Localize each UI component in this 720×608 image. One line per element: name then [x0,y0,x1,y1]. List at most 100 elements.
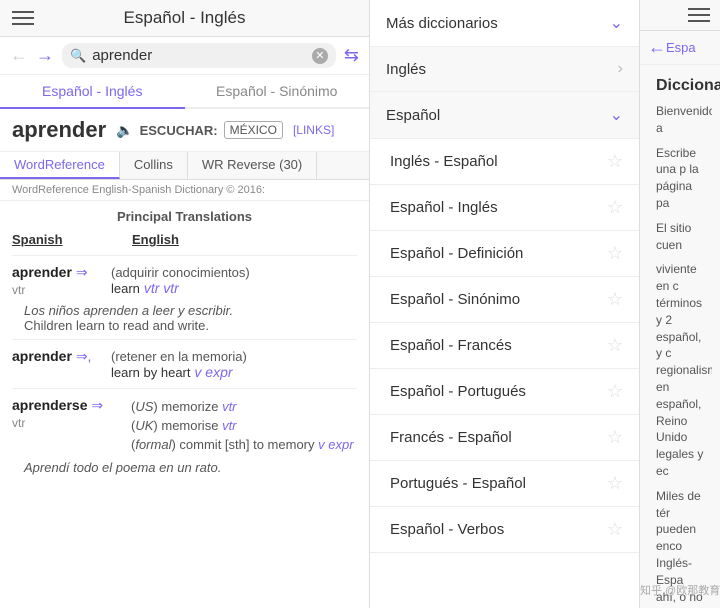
col-header-spanish: Spanish [12,232,112,247]
copyright-line: WordReference English-Spanish Dictionary… [0,180,369,201]
sub-item-ingles-espanol[interactable]: Inglés - Español ☆ [370,139,639,185]
entry3-alt1-type: vtr [222,399,236,414]
example3-es: Aprendí todo el poema en un rato. [24,460,357,475]
ingles-section-label: Inglés [386,61,426,78]
star-icon-5[interactable]: ☆ [607,381,623,402]
search-box: 🔍 ✕ [62,43,336,68]
top-bar: Español - Inglés [0,0,369,37]
language-tabs: Español - Inglés Español - Sinónimo [0,75,369,109]
star-icon-4[interactable]: ☆ [607,335,623,356]
example1-es: Los niños aprenden a leer y escribir. [24,303,357,318]
entry3-alt2: (UK) memorise vtr [111,416,357,435]
entry3-alt2-type: vtr [222,418,236,433]
entry3-grammar: vtr [12,416,25,430]
sub-item-label-6: Francés - Español [390,429,512,446]
clear-button[interactable]: ✕ [312,48,328,64]
entry2-trans2: v expr [194,364,232,380]
right-panel: ← Espa Diccionario Bienvenido a Escribe … [640,0,720,608]
sub-item-label-4: Español - Francés [390,337,512,354]
star-icon-7[interactable]: ☆ [607,473,623,494]
star-icon-0[interactable]: ☆ [607,151,623,172]
sub-item-espanol-sinonimo[interactable]: Español - Sinónimo ☆ [370,277,639,323]
entry3-alt2-context: UK [135,418,153,433]
entry-row-2: aprender ⇒, (retener en la memoria) lear… [12,344,357,384]
entry-row-1: aprender ⇒ vtr (adquirir conocimientos) … [12,260,357,301]
hamburger-icon[interactable] [12,11,34,25]
entry3-alt3-type: v expr [318,437,353,452]
entry2-arrow: ⇒, [76,348,92,364]
links-tag[interactable]: [LINKS] [293,123,334,137]
right-content: Diccionario Bienvenido a Escribe una p l… [640,65,720,608]
chevron-down-icon: ⌄ [610,13,623,33]
middle-panel: Más diccionarios ⌄ Inglés › Español ⌄ In… [370,0,640,608]
sub-item-espanol-portugues[interactable]: Español - Portugués ☆ [370,369,639,415]
star-icon-6[interactable]: ☆ [607,427,623,448]
search-input[interactable] [92,47,306,64]
dict-tabs: WordReference Collins WR Reverse (30) [0,152,369,180]
star-icon-3[interactable]: ☆ [607,289,623,310]
espanol-section-header[interactable]: Español ⌄ [370,92,639,139]
entry3-word: aprenderse [12,397,87,413]
section-title: Principal Translations [12,201,357,228]
back-arrow[interactable]: ← [10,45,28,66]
word-header: aprender 🔈 ESCUCHAR: MÉXICO [LINKS] [0,109,369,152]
sub-item-label-8: Español - Verbos [390,521,504,538]
sub-item-label-0: Inglés - Español [390,153,498,170]
entry1-trans-type: vtr [144,280,160,296]
right-back-bar: ← Espa [640,31,720,65]
entry1-word: aprender [12,264,72,280]
search-icon: 🔍 [70,48,86,64]
tab-wr-reverse[interactable]: WR Reverse (30) [188,152,317,179]
espanol-section-label: Español [386,107,440,124]
sub-item-portugues-espanol[interactable]: Portugués - Español ☆ [370,461,639,507]
ingles-section-header[interactable]: Inglés › [370,47,639,92]
example-block-1: Los niños aprenden a leer y escribir. Ch… [12,301,357,335]
swap-icon[interactable]: ⇆ [344,45,359,66]
star-icon-2[interactable]: ☆ [607,243,623,264]
right-tab-label[interactable]: Espa [666,40,696,55]
tab-espanol-sinonimo[interactable]: Español - Sinónimo [185,75,370,107]
entry1-trans: learn [111,281,140,296]
mas-diccionarios-label: Más diccionarios [386,15,498,32]
tab-espanol-ingles[interactable]: Español - Inglés [0,75,185,109]
mas-diccionarios-item[interactable]: Más diccionarios ⌄ [370,0,639,47]
right-back-arrow[interactable]: ← [648,37,666,58]
entry3-def: (US) memorize vtr (UK) memorise vtr (for… [111,397,357,454]
page-title: Español - Inglés [34,8,335,28]
entry2-context: (retener en la memoria) [111,349,247,364]
nav-bar: ← → 🔍 ✕ ⇆ [0,37,369,75]
sub-item-espanol-definicion[interactable]: Español - Definición ☆ [370,231,639,277]
star-icon-8[interactable]: ☆ [607,519,623,540]
content-area: Principal Translations Spanish English a… [0,201,369,608]
listen-section: 🔈 ESCUCHAR: MÉXICO [116,121,283,139]
sub-item-espanol-frances[interactable]: Español - Francés ☆ [370,323,639,369]
sub-item-frances-espanol[interactable]: Francés - Español ☆ [370,415,639,461]
ingles-chevron-right-icon: › [618,60,623,78]
entry1-trans-type-em: vtr [163,280,179,296]
right-text-1: Bienvenido a [648,99,712,141]
tab-wordreference[interactable]: WordReference [0,152,120,179]
entry2-trans: learn by heart [111,365,191,380]
entry2-word: aprender [12,348,72,364]
espanol-chevron-down-icon: ⌄ [610,105,623,125]
sub-item-espanol-ingles[interactable]: Español - Inglés ☆ [370,185,639,231]
speaker-icon[interactable]: 🔈 [116,122,133,139]
region-tag: MÉXICO [224,121,283,139]
entry3-alt2-trans: memorise [161,418,218,433]
right-text-3: El sitio cuen [648,216,712,258]
sub-item-label-2: Español - Definición [390,245,523,262]
right-hamburger-icon[interactable] [688,8,710,22]
entry3-alt1-trans: memorize [161,399,218,414]
right-top-bar [640,0,720,31]
example1-en: Children learn to read and write. [24,318,357,333]
col-headers: Spanish English [12,228,357,251]
entry3-alt3: (formal) commit [sth] to memory v expr [111,435,357,454]
example-block-3: Aprendí todo el poema en un rato. [12,458,357,477]
star-icon-1[interactable]: ☆ [607,197,623,218]
left-panel: Español - Inglés ← → 🔍 ✕ ⇆ Español - Ing… [0,0,370,608]
right-dict-title: Diccionario [648,71,712,99]
watermark: 知乎 @欧那教育 [640,582,720,598]
forward-arrow[interactable]: → [36,45,54,66]
tab-collins[interactable]: Collins [120,152,188,179]
sub-item-espanol-verbos[interactable]: Español - Verbos ☆ [370,507,639,553]
